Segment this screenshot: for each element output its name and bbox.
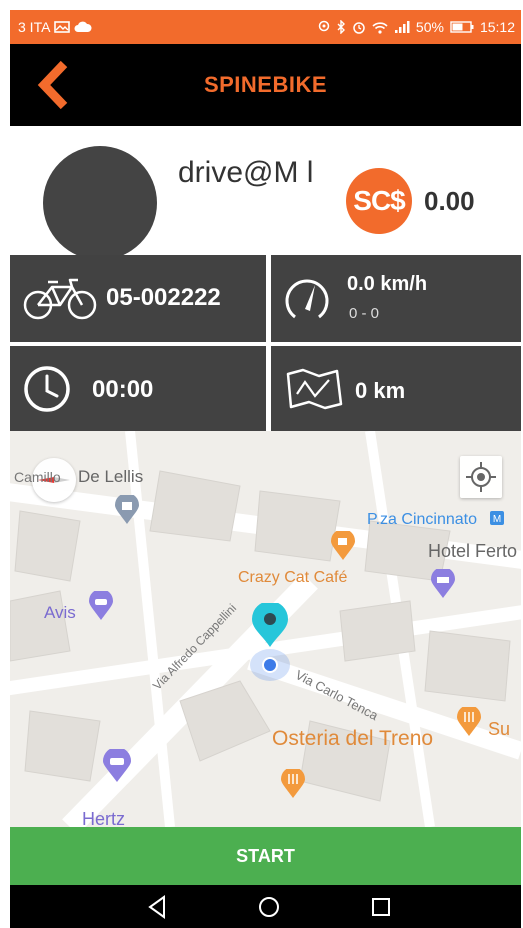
message-icon (54, 21, 71, 33)
poi-car-rental-icon-2 (103, 749, 131, 782)
start-button[interactable]: START (10, 827, 521, 885)
map-label-pza-cincinnato: P.za Cincinnato (367, 511, 477, 528)
poi-hotel-icon (431, 569, 455, 598)
alarm-icon (353, 22, 365, 34)
crosshair-icon (466, 462, 496, 492)
battery-icon (450, 21, 474, 33)
nav-home-button[interactable] (254, 893, 284, 921)
poi-restaurant-icon-2 (281, 769, 305, 798)
system-nav-bar (10, 885, 521, 928)
speed-value: 0.0 km/h (347, 273, 428, 295)
battery-percent: 50% (415, 19, 444, 35)
triangle-back-icon (148, 895, 165, 919)
profile-section: drive@M l SC$ 0.00 (10, 126, 521, 260)
poi-bank-icon (115, 495, 139, 524)
map-label-camillo: Camillo (14, 469, 61, 485)
map-label-hertz: Hertz (82, 809, 126, 827)
poi-car-rental-icon (89, 591, 113, 620)
nav-recents-button[interactable] (366, 893, 396, 921)
map-view[interactable]: Camillo De Lellis P.za Cincinnato M Hote… (10, 431, 521, 827)
map-label-avis: Avis (44, 603, 76, 622)
duration-value: 00:00 (92, 376, 154, 403)
poi-cafe-icon (331, 531, 355, 560)
poi-restaurant-icon (457, 707, 481, 736)
clock-time: 15:12 (479, 19, 515, 35)
map-label-su: Su (488, 719, 511, 739)
app-screen: 3 ITA 50% 15:12 SPINEBIKE drive@M l SC$ … (10, 10, 521, 928)
map-icon (286, 368, 343, 410)
ride-stats: 05-002222 0.0 km/h 0 - 0 00:00 0 km (10, 255, 521, 431)
distance-value: 0 km (355, 378, 406, 403)
metro-icon: M (490, 511, 504, 525)
bike-id-value: 05-002222 (106, 284, 221, 311)
wifi-icon (372, 21, 388, 34)
carrier-label: 3 ITA (18, 19, 51, 35)
avatar[interactable] (43, 146, 157, 260)
duration-tile: 00:00 (10, 346, 266, 431)
svg-text:M: M (493, 514, 501, 525)
page-title: SPINEBIKE (203, 72, 328, 97)
bicycle-icon (23, 278, 97, 320)
square-recents-icon (372, 898, 390, 916)
clock-icon (24, 366, 70, 412)
distance-tile: 0 km (271, 346, 521, 431)
bike-id-tile: 05-002222 (10, 255, 266, 342)
cloud-icon (74, 21, 92, 32)
status-bar: 3 ITA 50% 15:12 (10, 10, 521, 44)
map-label-de-lellis: De Lellis (78, 467, 144, 486)
username: drive@M l (178, 156, 314, 189)
circle-home-icon (259, 897, 279, 917)
speedometer-icon (285, 279, 329, 319)
map-label-hotel: Hotel Ferto (428, 541, 518, 561)
coin-badge: SC$ (346, 168, 412, 234)
location-icon (318, 20, 330, 32)
map-label-osteria: Osteria del Treno (272, 727, 434, 750)
balance-value: 0.00 (424, 186, 475, 216)
map-label-crazy-cat: Crazy Cat Café (238, 569, 348, 586)
bluetooth-icon (337, 20, 345, 34)
signal-icon (394, 20, 410, 33)
speed-range: 0 - 0 (349, 305, 380, 322)
my-location-button[interactable] (460, 456, 502, 498)
app-header: SPINEBIKE (10, 44, 521, 126)
location-pin-icon (250, 603, 290, 681)
speed-tile: 0.0 km/h 0 - 0 (271, 255, 521, 342)
nav-back-button[interactable] (142, 893, 172, 921)
